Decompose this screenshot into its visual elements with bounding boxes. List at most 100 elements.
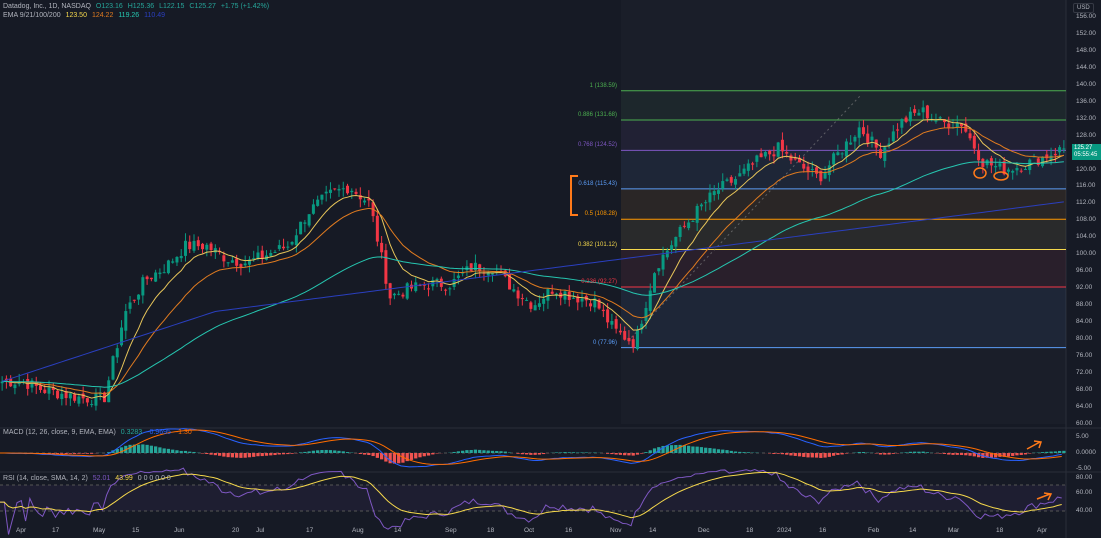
candle [1006,169,1010,172]
macd-histogram-bar [806,453,810,458]
candle [985,160,989,166]
price-axis-tick: 96.00 [1076,267,1093,275]
candle [282,246,286,249]
last-price-tag: 125.27 05:55:45 [1072,144,1101,160]
macd-histogram-bar [341,451,345,453]
date-axis-tick: 18 [746,527,754,534]
macd-histogram-bar [60,453,64,454]
price-axis-tick: 84.00 [1076,318,1093,326]
price-chart-canvas[interactable] [0,0,1101,538]
candle [115,348,119,358]
price-axis-tick: 144.00 [1076,63,1096,71]
macd-histogram-bar [793,453,797,456]
macd-histogram-bar [520,453,524,455]
high-value: H125.36 [127,3,155,10]
price-axis-tick: 156.00 [1076,13,1096,20]
candle [363,200,367,203]
macd-histogram-bar [537,453,542,455]
candle [303,222,307,224]
date-axis-tick: Aug [352,527,364,534]
candle [188,241,192,250]
candle [925,105,929,119]
candle [712,191,716,196]
fib-level-label: 0.236 (92.27) [581,279,617,286]
macd-histogram-bar [277,453,281,455]
candle [921,107,925,113]
candle [665,250,669,258]
macd-histogram-bar [367,453,371,456]
candle [145,276,149,280]
macd-histogram-bar [959,453,964,455]
candle [721,181,725,189]
candle [1011,170,1015,173]
candle [1023,169,1027,171]
date-axis-tick: 2024 [777,527,792,534]
candle [896,129,900,131]
price-axis-tick: 112.00 [1076,199,1096,207]
macd-histogram-bar [286,453,290,455]
price-axis-tick: 120.00 [1076,165,1096,173]
candle [328,189,332,193]
candle [311,204,315,214]
candle [695,205,699,223]
macd-histogram-bar [797,453,802,457]
date-axis-tick: Apr [16,527,27,534]
rsi-value: 52.01 [92,475,111,482]
macd-histogram-bar [691,446,695,453]
candle [60,393,64,400]
date-axis-tick: Apr [1037,527,1048,534]
candle [235,258,239,266]
macd-histogram-bar [154,446,158,453]
macd-histogram-bar [567,452,571,453]
candle [290,241,294,245]
macd-histogram-bar [917,451,921,453]
macd-histogram-bar [972,453,976,457]
macd-histogram-bar [461,450,465,453]
candle [39,385,43,390]
candle [537,303,541,307]
macd-histogram-bar [478,449,482,453]
date-axis-tick: Dec [698,527,710,534]
price-axis-tick: 136.00 [1076,97,1096,105]
candle [708,192,712,203]
candle [435,278,439,280]
candle [516,290,520,299]
macd-histogram-bar [648,450,652,453]
macd-histogram-bar [938,453,942,454]
macd-histogram-bar [635,453,640,455]
candle [337,188,341,191]
macd-histogram-bar [644,452,648,453]
macd-histogram-bar [333,450,337,453]
macd-histogram-bar [175,450,179,453]
low-value: L122.15 [159,3,185,10]
macd-histogram-bar [141,444,145,453]
macd-histogram-bar [409,453,414,460]
candle [307,214,311,226]
candle [141,277,145,296]
date-axis-tick: Mar [948,527,960,534]
macd-histogram-bar [503,451,507,453]
candle [384,250,388,284]
candle [648,290,652,311]
candle [755,155,759,162]
macd-histogram-bar [222,453,226,457]
date-axis-tick: 20 [232,527,240,534]
rsi-band [0,485,1066,511]
candle [354,191,358,194]
macd-histogram-bar [524,453,529,455]
macd-histogram-bar [328,450,333,453]
candle [904,117,908,122]
fib-level-label: 0 (77.96) [592,339,617,346]
candle [657,268,661,272]
candle [670,245,674,250]
candle [768,150,772,155]
candle [405,283,409,299]
candle [444,289,448,291]
date-axis-tick: May [93,527,106,534]
candle [94,392,98,406]
date-axis-tick: 14 [909,527,917,534]
rsi-axis-tick: 60.00 [1076,489,1093,496]
currency-selector[interactable]: USD [1073,3,1094,13]
price-axis-tick: 64.00 [1076,402,1093,410]
candle [994,165,998,168]
